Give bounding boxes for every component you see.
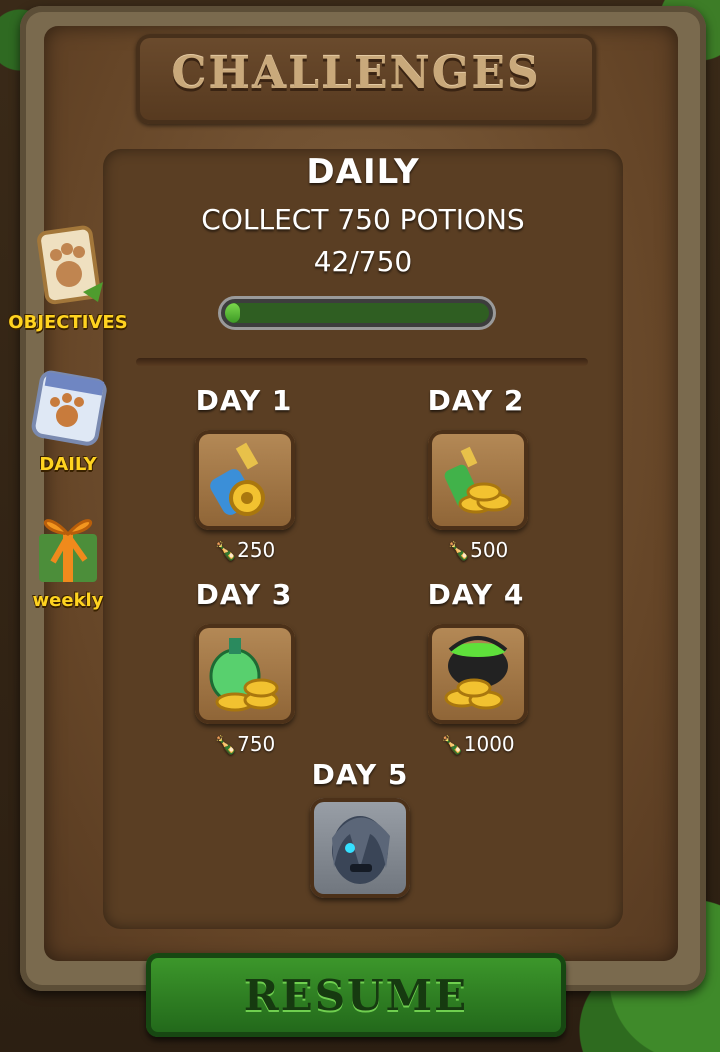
day-label: DAY 2 bbox=[427, 384, 525, 417]
potion-bottle-coins-icon bbox=[209, 638, 279, 712]
day-label: DAY 5 bbox=[311, 758, 409, 791]
potion-icon: 🍾 bbox=[441, 735, 464, 756]
paw-scroll-icon bbox=[23, 222, 113, 312]
page-title: CHALLENGES bbox=[171, 48, 541, 99]
reward-day-4[interactable] bbox=[428, 624, 528, 724]
sidebar-item-label: weekly bbox=[32, 590, 104, 611]
day-label: DAY 4 bbox=[427, 578, 525, 611]
progress-bar bbox=[218, 296, 496, 330]
sidebar-item-daily[interactable]: DAILY bbox=[8, 364, 128, 475]
resume-label: RESUME bbox=[243, 971, 469, 1020]
reward-day-1[interactable] bbox=[195, 430, 295, 530]
divider bbox=[136, 358, 588, 366]
potion-coins-icon bbox=[444, 446, 512, 514]
reward-day-5[interactable] bbox=[310, 798, 410, 898]
reward-cost: 🍾250 bbox=[214, 538, 276, 562]
day-label: DAY 1 bbox=[195, 384, 293, 417]
potion-icon: 🍾 bbox=[214, 541, 238, 562]
challenge-task: COLLECT 750 POTIONS bbox=[201, 203, 525, 236]
progress-text: 42/750 bbox=[313, 245, 413, 278]
paw-calendar-icon bbox=[23, 364, 113, 454]
zombie-character-icon bbox=[332, 816, 390, 884]
day-label: DAY 3 bbox=[195, 578, 293, 611]
resume-button[interactable]: RESUME bbox=[146, 953, 566, 1037]
reward-cost: 🍾750 bbox=[214, 732, 276, 756]
sidebar-item-label: OBJECTIVES bbox=[8, 312, 128, 333]
reward-cost: 🍾500 bbox=[447, 538, 509, 562]
reward-day-3[interactable] bbox=[195, 624, 295, 724]
gift-box-icon bbox=[23, 500, 113, 590]
sidebar-item-weekly[interactable]: weekly bbox=[8, 500, 128, 611]
sidebar-item-objectives[interactable]: OBJECTIVES bbox=[8, 222, 128, 333]
reward-day-2[interactable] bbox=[428, 430, 528, 530]
progress-bar-fill bbox=[225, 303, 240, 323]
potion-icon: 🍾 bbox=[447, 541, 471, 562]
potion-coin-icon bbox=[210, 442, 265, 516]
challenge-heading: DAILY bbox=[306, 152, 420, 192]
sidebar-item-label: DAILY bbox=[39, 454, 97, 475]
reward-cost: 🍾1000 bbox=[441, 732, 515, 756]
potion-icon: 🍾 bbox=[214, 735, 238, 756]
cauldron-coins-icon bbox=[444, 636, 508, 710]
